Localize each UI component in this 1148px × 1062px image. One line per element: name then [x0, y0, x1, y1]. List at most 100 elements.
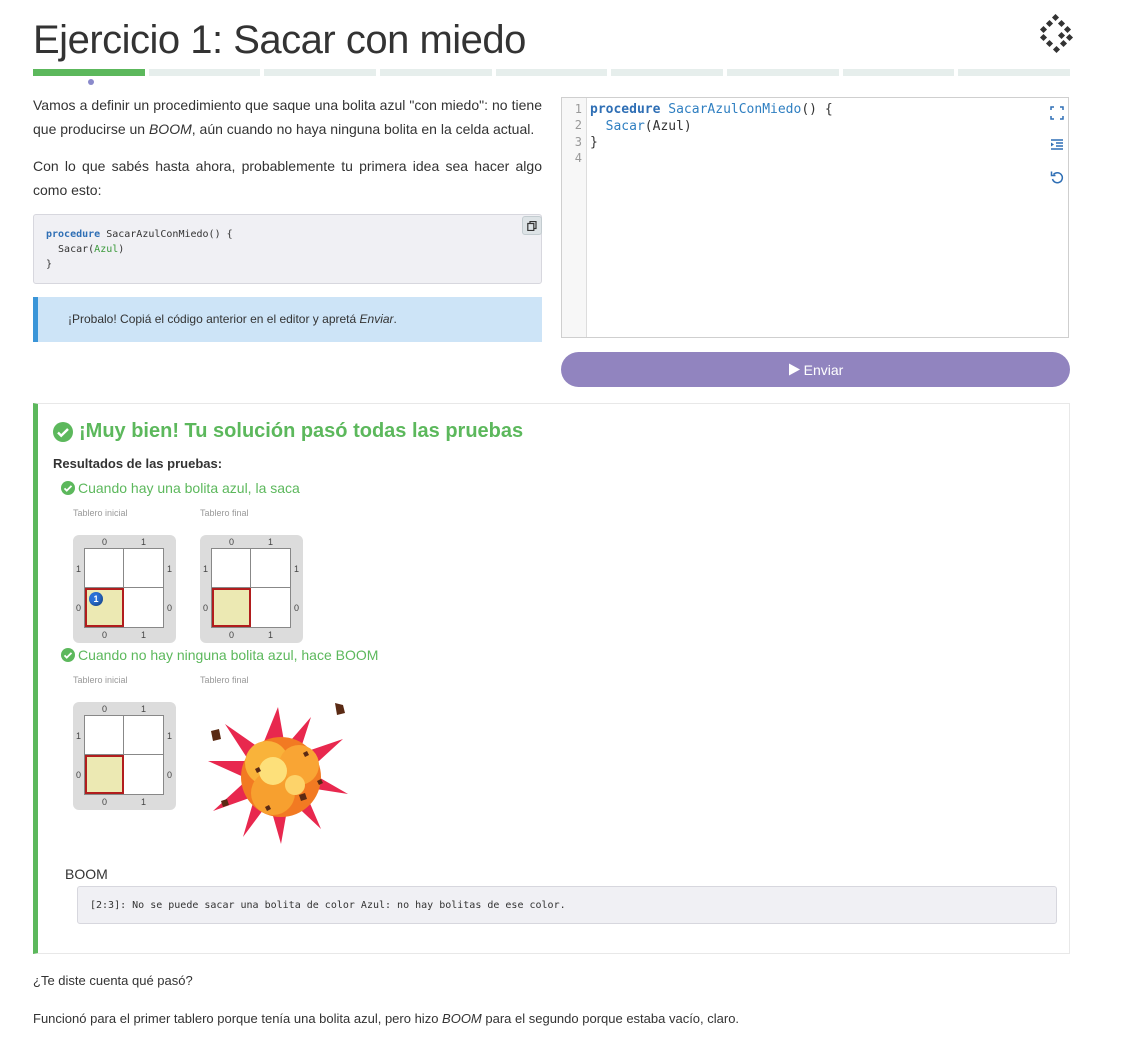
test-title-text: Cuando hay una bolita azul, la saca — [78, 480, 300, 496]
row-label: 1 — [167, 564, 173, 574]
row-label: 1 — [76, 564, 82, 574]
submit-button[interactable]: Enviar — [561, 352, 1070, 387]
fullscreen-icon — [1050, 106, 1064, 120]
col-label: 0 — [229, 537, 235, 547]
results-title: ¡Muy bien! Tu solución pasó todas las pr… — [53, 420, 523, 443]
board-cell — [85, 716, 124, 755]
board-grid — [84, 548, 164, 628]
line-number: 4 — [574, 151, 582, 165]
results-title-text: ¡Muy bien! Tu solución pasó todas las pr… — [79, 420, 524, 442]
code-snippet-text[interactable]: procedure SacarAzulConMiedo() { Sacar(Az… — [46, 227, 233, 272]
play-icon — [788, 363, 800, 376]
col-label: 0 — [229, 630, 235, 640]
outro-text: para el segundo porque estaba vacío, cla… — [481, 1011, 740, 1026]
copy-icon — [527, 220, 537, 231]
copy-button[interactable] — [522, 216, 542, 235]
row-label: 0 — [167, 603, 173, 613]
test-title: Cuando no hay ninguna bolita azul, hace … — [61, 647, 378, 663]
board-cell — [124, 549, 163, 588]
col-label: 0 — [102, 704, 108, 714]
outro-explanation: Funcionó para el primer tablero porque t… — [33, 1011, 739, 1026]
tip-emphasis: Enviar — [359, 312, 394, 326]
line-number: 3 — [574, 135, 582, 149]
progress-segment-6[interactable] — [611, 69, 724, 76]
function-name: Sacar — [605, 118, 645, 134]
col-label: 1 — [141, 704, 147, 714]
progress-segment-5[interactable] — [495, 69, 608, 76]
reset-icon — [1050, 171, 1064, 184]
col-label: 1 — [268, 630, 274, 640]
color-literal: Azul — [94, 244, 119, 255]
board-cell — [212, 549, 251, 588]
results-panel: ¡Muy bien! Tu solución pasó todas las pr… — [33, 403, 1070, 954]
test-title: Cuando hay una bolita azul, la saca — [61, 480, 300, 496]
board-grid — [211, 548, 291, 628]
gobstones-logo-icon — [1036, 13, 1076, 54]
board-label: Tablero final — [200, 675, 249, 685]
boom-message-box: [2:3]: No se puede sacar una bolita de c… — [77, 886, 1057, 924]
intro-paragraph-2: Con lo que sabés hasta ahora, probableme… — [33, 158, 542, 198]
board-cell — [124, 716, 163, 755]
col-label: 0 — [102, 797, 108, 807]
progress-segment-4[interactable] — [380, 69, 492, 76]
check-circle-icon — [61, 648, 75, 662]
indent-icon — [1051, 139, 1063, 150]
progress-segment-7[interactable] — [727, 69, 839, 76]
code-text: Sacar( — [46, 244, 95, 255]
boom-message: [2:3]: No se puede sacar una bolita de c… — [90, 900, 566, 911]
line-number: 2 — [574, 118, 582, 132]
progress-segment-3[interactable] — [264, 69, 377, 76]
code-text: () { — [801, 102, 833, 117]
procedure-name: SacarAzulConMiedo — [668, 102, 802, 117]
board-label: Tablero final — [200, 508, 249, 518]
line-number: 1 — [574, 102, 582, 116]
fullscreen-button[interactable] — [1048, 104, 1066, 122]
progress-segment-8[interactable] — [842, 69, 955, 76]
code-text: SacarAzulConMiedo() { — [100, 229, 233, 240]
row-label: 0 — [76, 603, 82, 613]
board-initial: 0 1 0 1 1 0 1 0 1 — [73, 535, 176, 643]
boom-label: BOOM — [65, 866, 108, 882]
page-title: Ejercicio 1: Sacar con miedo — [33, 18, 526, 62]
col-label: 0 — [102, 537, 108, 547]
check-circle-icon — [61, 481, 75, 495]
board-cell — [85, 549, 124, 588]
code-text: (Azul) — [644, 118, 692, 134]
intro-text: , aún cuando no haya ninguna bolita en l… — [191, 121, 535, 137]
board-cell — [251, 549, 290, 588]
outro-text: Funcionó para el primer tablero porque t… — [33, 1011, 443, 1026]
results-subtitle: Resultados de las pruebas: — [53, 456, 223, 471]
code-editor[interactable]: 1 2 3 4 procedure SacarAzulConMiedo() { … — [561, 97, 1069, 338]
indent-button[interactable] — [1048, 136, 1066, 154]
col-label: 1 — [141, 537, 147, 547]
progress-segment-9[interactable] — [958, 69, 1071, 76]
keyword: procedure — [46, 229, 101, 240]
col-label: 1 — [268, 537, 274, 547]
submit-label: Enviar — [803, 361, 844, 378]
tip-text-part: . — [393, 312, 397, 326]
progress-segment-1[interactable] — [33, 69, 145, 76]
col-label: 0 — [102, 630, 108, 640]
row-label: 0 — [294, 603, 300, 613]
board-final: 0 1 0 1 1 0 1 0 — [200, 535, 303, 643]
board-cell — [251, 588, 290, 627]
editor-code[interactable]: procedure SacarAzulConMiedo() { Sacar(Az… — [590, 102, 833, 152]
board-cell-head — [85, 755, 124, 794]
row-label: 1 — [76, 731, 82, 741]
intro-emphasis: BOOM — [148, 121, 192, 137]
code-text: ) — [118, 244, 125, 255]
reset-button[interactable] — [1048, 168, 1066, 186]
tip-text: ¡Probalo! Copiá el código anterior en el… — [68, 297, 397, 342]
row-label: 1 — [294, 564, 300, 574]
progress-segment-2[interactable] — [148, 69, 261, 76]
intro-paragraph-1: Vamos a definir un procedimiento que saq… — [33, 93, 542, 141]
tip-text-part: ¡Probalo! Copiá el código anterior en el… — [68, 312, 360, 326]
boom-explosion-icon — [203, 699, 353, 849]
board-label: Tablero inicial — [73, 675, 128, 685]
progress-bar — [33, 69, 1071, 76]
keyword: procedure — [590, 102, 661, 117]
row-label: 1 — [167, 731, 173, 741]
board-cell — [124, 755, 163, 794]
row-label: 1 — [203, 564, 209, 574]
